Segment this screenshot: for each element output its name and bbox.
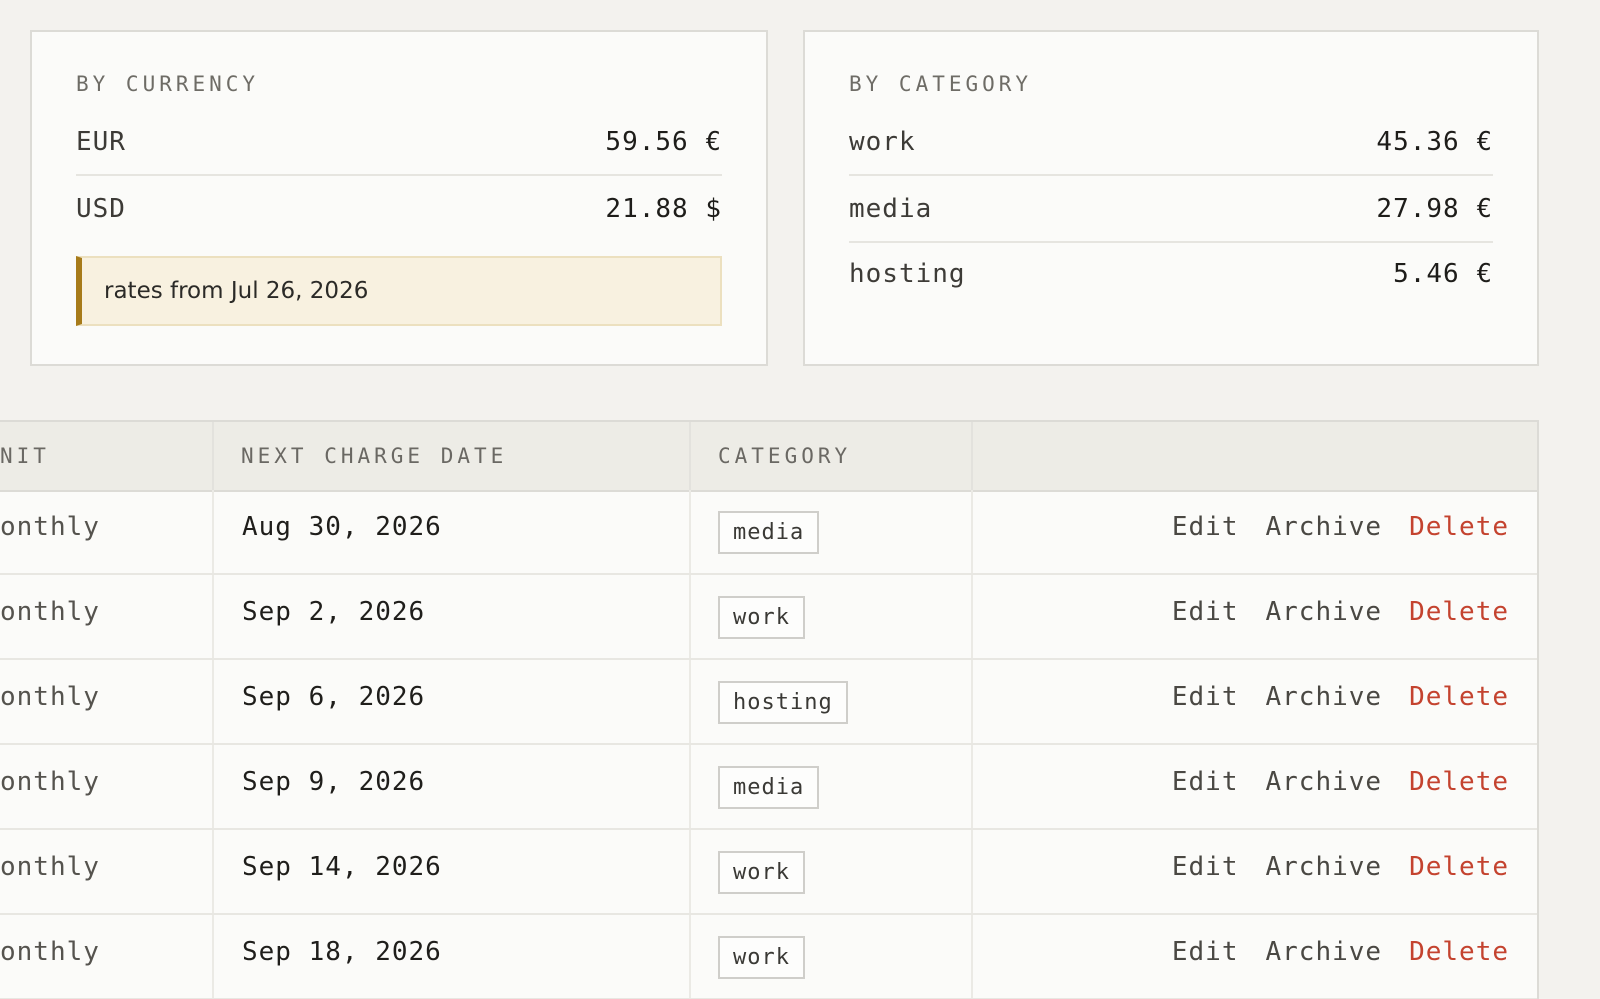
- next-charge-date-cell: Sep 14, 2026: [214, 830, 691, 913]
- next-charge-date-cell: Sep 9, 2026: [214, 745, 691, 828]
- category-label: work: [849, 126, 916, 157]
- currency-total: 21.88 $: [605, 193, 722, 224]
- next-charge-date-cell: Aug 30, 2026: [214, 490, 691, 573]
- category-tag[interactable]: hosting: [718, 681, 848, 724]
- column-header-actions: [973, 422, 1537, 490]
- archive-button[interactable]: Archive: [1266, 682, 1383, 712]
- category-cell: work: [691, 915, 973, 998]
- table-row: onthly Aug 30, 2026 media Edit Archive D…: [0, 490, 1537, 575]
- edit-button[interactable]: Edit: [1172, 512, 1239, 542]
- subscriptions-table: NIT NEXT CHARGE DATE CATEGORY onthly Aug…: [0, 420, 1539, 999]
- category-tag[interactable]: media: [718, 766, 820, 809]
- category-row-media: media 27.98 €: [849, 176, 1493, 243]
- next-charge-date-cell: Sep 6, 2026: [214, 660, 691, 743]
- category-tag[interactable]: work: [718, 851, 805, 894]
- category-row-hosting: hosting 5.46 €: [849, 241, 1493, 306]
- billing-unit-cell: onthly: [0, 915, 214, 998]
- table-row: onthly Sep 18, 2026 work Edit Archive De…: [0, 915, 1537, 999]
- category-tag[interactable]: media: [718, 511, 820, 554]
- archive-button[interactable]: Archive: [1266, 767, 1383, 797]
- table-header: NIT NEXT CHARGE DATE CATEGORY: [0, 422, 1537, 492]
- table-row: onthly Sep 14, 2026 work Edit Archive De…: [0, 830, 1537, 915]
- category-cell: media: [691, 745, 973, 828]
- column-header-next-charge-date[interactable]: NEXT CHARGE DATE: [214, 422, 691, 490]
- by-category-card: BY CATEGORY work 45.36 € media 27.98 € h…: [803, 30, 1539, 366]
- edit-button[interactable]: Edit: [1172, 852, 1239, 882]
- delete-button[interactable]: Delete: [1409, 767, 1509, 797]
- currency-label: USD: [76, 193, 126, 224]
- archive-button[interactable]: Archive: [1266, 937, 1383, 967]
- category-label: media: [849, 193, 933, 224]
- actions-cell: Edit Archive Delete: [973, 490, 1537, 573]
- next-charge-date-cell: Sep 18, 2026: [214, 915, 691, 998]
- exchange-rates-note: rates from Jul 26, 2026: [76, 256, 722, 326]
- edit-button[interactable]: Edit: [1172, 767, 1239, 797]
- next-charge-date-cell: Sep 2, 2026: [214, 575, 691, 658]
- billing-unit-cell: onthly: [0, 660, 214, 743]
- actions-cell: Edit Archive Delete: [973, 575, 1537, 658]
- column-header-unit[interactable]: NIT: [0, 422, 214, 490]
- category-total: 45.36 €: [1376, 126, 1493, 157]
- delete-button[interactable]: Delete: [1409, 597, 1509, 627]
- delete-button[interactable]: Delete: [1409, 852, 1509, 882]
- archive-button[interactable]: Archive: [1266, 512, 1383, 542]
- delete-button[interactable]: Delete: [1409, 937, 1509, 967]
- delete-button[interactable]: Delete: [1409, 682, 1509, 712]
- actions-cell: Edit Archive Delete: [973, 830, 1537, 913]
- billing-unit-cell: onthly: [0, 745, 214, 828]
- delete-button[interactable]: Delete: [1409, 512, 1509, 542]
- by-currency-card: BY CURRENCY EUR 59.56 € USD 21.88 $ rate…: [30, 30, 768, 366]
- category-total: 27.98 €: [1376, 193, 1493, 224]
- billing-unit-cell: onthly: [0, 575, 214, 658]
- column-header-category[interactable]: CATEGORY: [691, 422, 973, 490]
- category-cell: work: [691, 830, 973, 913]
- actions-cell: Edit Archive Delete: [973, 915, 1537, 998]
- currency-label: EUR: [76, 126, 126, 157]
- actions-cell: Edit Archive Delete: [973, 660, 1537, 743]
- billing-unit-cell: onthly: [0, 830, 214, 913]
- edit-button[interactable]: Edit: [1172, 597, 1239, 627]
- category-label: hosting: [849, 258, 966, 289]
- table-row: onthly Sep 2, 2026 work Edit Archive Del…: [0, 575, 1537, 660]
- edit-button[interactable]: Edit: [1172, 682, 1239, 712]
- category-cell: hosting: [691, 660, 973, 743]
- table-row: onthly Sep 6, 2026 hosting Edit Archive …: [0, 660, 1537, 745]
- edit-button[interactable]: Edit: [1172, 937, 1239, 967]
- billing-unit-cell: onthly: [0, 490, 214, 573]
- currency-row-usd: USD 21.88 $: [76, 176, 722, 241]
- category-tag[interactable]: work: [718, 936, 805, 979]
- category-total: 5.46 €: [1393, 258, 1493, 289]
- currency-row-eur: EUR 59.56 €: [76, 109, 722, 176]
- category-cell: work: [691, 575, 973, 658]
- actions-cell: Edit Archive Delete: [973, 745, 1537, 828]
- category-cell: media: [691, 490, 973, 573]
- by-currency-title: BY CURRENCY: [76, 72, 260, 96]
- by-category-title: BY CATEGORY: [849, 72, 1033, 96]
- table-row: onthly Sep 9, 2026 media Edit Archive De…: [0, 745, 1537, 830]
- currency-total: 59.56 €: [605, 126, 722, 157]
- category-row-work: work 45.36 €: [849, 109, 1493, 176]
- archive-button[interactable]: Archive: [1266, 597, 1383, 627]
- category-tag[interactable]: work: [718, 596, 805, 639]
- archive-button[interactable]: Archive: [1266, 852, 1383, 882]
